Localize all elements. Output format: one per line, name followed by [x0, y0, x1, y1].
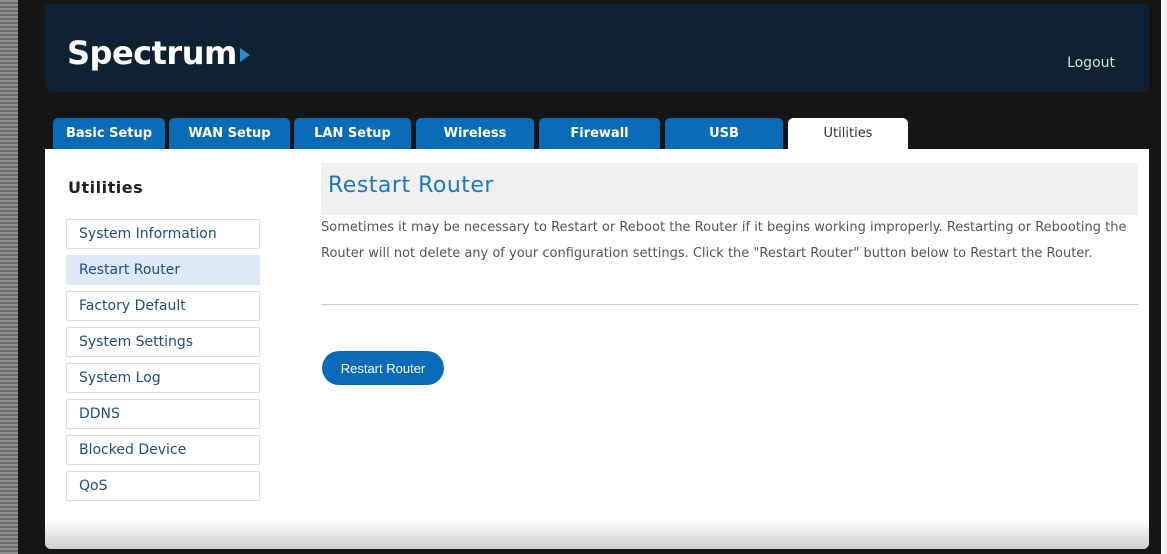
spectrum-arrow-icon — [239, 48, 250, 62]
content-card: Utilities System Information Restart Rou… — [45, 149, 1149, 549]
page-title: Restart Router — [328, 173, 494, 198]
restart-router-button[interactable]: Restart Router — [322, 351, 444, 385]
spectrum-logo[interactable]: Spectrum — [67, 34, 250, 72]
logout-link[interactable]: Logout — [1067, 55, 1115, 71]
sidebar-item-qos[interactable]: QoS — [66, 471, 260, 501]
sidebar-item-ddns[interactable]: DDNS — [66, 399, 260, 429]
sidebar-item-system-settings[interactable]: System Settings — [66, 327, 260, 357]
restart-description: Sometimes it may be necessary to Restart… — [321, 220, 1127, 261]
page-header: Spectrum Logout — [45, 4, 1149, 92]
sidebar-item-restart-router[interactable]: Restart Router — [66, 255, 260, 285]
sidebar-item-system-log[interactable]: System Log — [66, 363, 260, 393]
sidebar-item-system-information[interactable]: System Information — [66, 219, 260, 249]
tab-usb[interactable]: USB — [665, 118, 783, 149]
page-title-bar: Restart Router — [321, 163, 1138, 215]
tab-firewall[interactable]: Firewall — [539, 118, 660, 149]
main-tabs: Basic Setup WAN Setup LAN Setup Wireless… — [45, 118, 1149, 149]
tab-wan-setup[interactable]: WAN Setup — [169, 118, 290, 149]
tab-lan-setup[interactable]: LAN Setup — [294, 118, 411, 149]
tab-utilities[interactable]: Utilities — [788, 118, 908, 149]
screen-bezel-right — [1161, 0, 1167, 554]
sidebar-title: Utilities — [68, 178, 144, 197]
card-bottom-shade — [45, 519, 1149, 549]
logo-text: Spectrum — [67, 34, 237, 72]
screen-bezel-left — [0, 0, 18, 554]
sidebar-item-factory-default[interactable]: Factory Default — [66, 291, 260, 321]
divider — [321, 304, 1138, 305]
sidebar-item-blocked-device[interactable]: Blocked Device — [66, 435, 260, 465]
tab-basic-setup[interactable]: Basic Setup — [53, 118, 165, 149]
tab-wireless[interactable]: Wireless — [416, 118, 534, 149]
